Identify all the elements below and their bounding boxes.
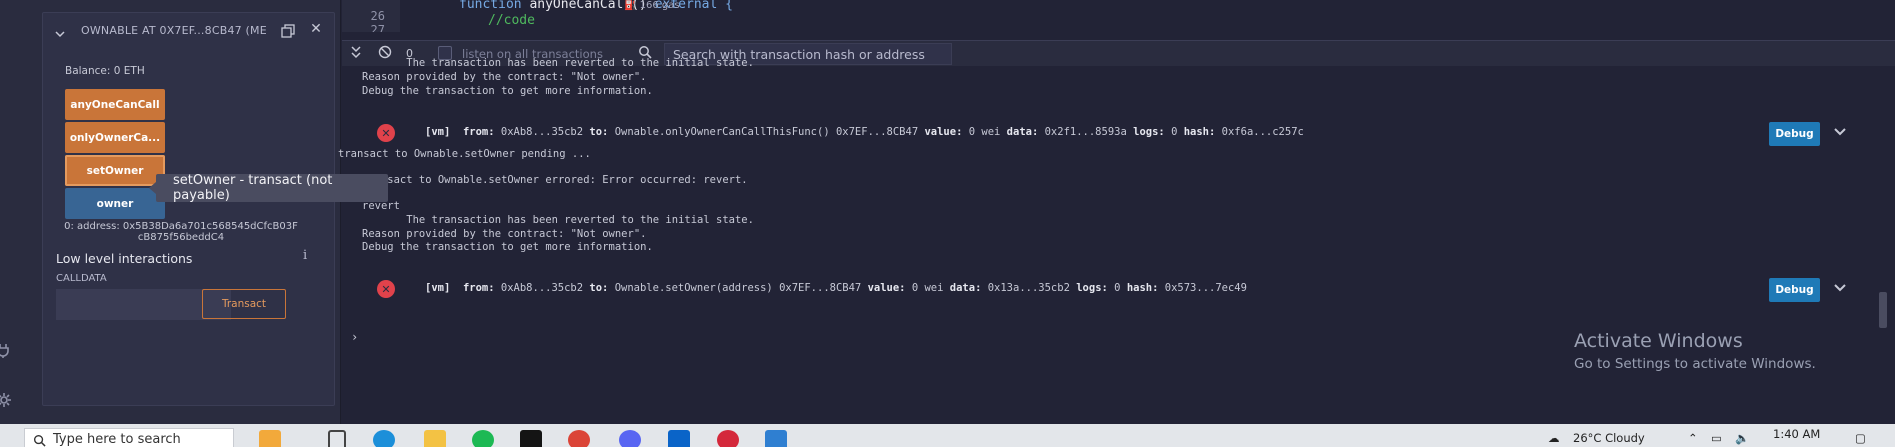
- info-icon[interactable]: i: [303, 248, 307, 263]
- clock-time[interactable]: 1:40 AM: [1773, 427, 1820, 441]
- low-level-title: Low level interactions: [56, 251, 193, 266]
- contract-balance: Balance: 0 ETH: [65, 65, 145, 77]
- discord-icon[interactable]: [619, 430, 641, 447]
- tx-summary-2[interactable]: [vm] from: 0xAb8...35cb2 to: Ownable.set…: [425, 282, 1247, 294]
- vscode-icon[interactable]: [765, 430, 787, 447]
- search-icon: [33, 432, 46, 447]
- error-icon: ✕: [377, 124, 395, 142]
- code-line-27: //code: [488, 13, 535, 28]
- log-line: transact to Ownable.setOwner errored: Er…: [362, 174, 748, 186]
- chrome-icon[interactable]: [568, 430, 590, 447]
- notification-icon[interactable]: ▢: [1855, 431, 1866, 445]
- owner-return-value-cont: cB875f56beddC4: [137, 232, 225, 243]
- activation-watermark-title: Activate Windows: [1574, 330, 1743, 352]
- contract-instance: OWNABLE AT 0X7EF...8CB47 (MEMOR ✕ Balanc…: [42, 12, 335, 406]
- edge-icon[interactable]: [373, 430, 395, 447]
- setowner-tooltip: setOwner - transact (not payable): [149, 173, 388, 203]
- icon-rail: [0, 0, 14, 424]
- file-explorer-icon[interactable]: [424, 430, 446, 447]
- weather-cloud-icon[interactable]: ☁: [1548, 431, 1560, 445]
- contract-header[interactable]: OWNABLE AT 0X7EF...8CB47 (MEMOR ✕: [43, 21, 334, 43]
- activation-watermark-subtitle: Go to Settings to activate Windows.: [1574, 356, 1816, 372]
- mail-icon[interactable]: [668, 430, 690, 447]
- debug-button-2[interactable]: Debug: [1769, 278, 1820, 302]
- code-editor[interactable]: 26 27 function anyOneCanCall() external …: [342, 0, 1895, 32]
- log-line: Reason provided by the contract: "Not ow…: [362, 228, 647, 240]
- windows-taskbar: Type here to search ☁ 26°C Cloudy ⌃ ▭ 🔈 …: [0, 424, 1895, 447]
- expand-chevron-icon[interactable]: [1832, 280, 1848, 296]
- weather-status[interactable]: 26°C Cloudy: [1573, 431, 1645, 445]
- copy-icon[interactable]: [281, 23, 295, 38]
- gas-estimate: ⛽ 166 gas: [624, 0, 680, 11]
- log-line: Reason provided by the contract: "Not ow…: [362, 71, 647, 83]
- terminal-scrollbar[interactable]: [1879, 292, 1887, 328]
- log-line: Debug the transaction to get more inform…: [362, 85, 653, 97]
- close-icon[interactable]: ✕: [309, 21, 323, 37]
- owner-return-value: 0: address: 0x5B38Da6a701c568545dCfcB03F: [64, 221, 298, 232]
- tx-summary-1[interactable]: [vm] from: 0xAb8...35cb2 to: Ownable.onl…: [425, 126, 1304, 138]
- expand-chevron-icon[interactable]: [1832, 124, 1848, 140]
- error-icon: ✕: [377, 280, 395, 298]
- chevron-down-icon[interactable]: [55, 24, 65, 38]
- calldata-label: CALLDATA: [56, 273, 107, 284]
- console-prompt[interactable]: ›: [351, 330, 358, 344]
- netflix-icon[interactable]: [520, 430, 542, 447]
- chevron-up-icon[interactable]: ⌃: [1688, 431, 1698, 445]
- app-icon[interactable]: [717, 430, 739, 447]
- log-line: The transaction has been reverted to the…: [362, 57, 754, 69]
- collapse-terminal-icon[interactable]: [350, 45, 362, 63]
- gas-pump-icon: ⛽: [624, 0, 637, 11]
- task-view-icon[interactable]: [328, 430, 346, 447]
- log-line: transact to Ownable.setOwner pending ...: [338, 148, 591, 160]
- briefcase-icon[interactable]: [259, 430, 281, 447]
- taskbar-search-text: Type here to search: [53, 432, 181, 447]
- debug-button-1[interactable]: Debug: [1769, 122, 1820, 146]
- deployed-contracts-panel: OWNABLE AT 0X7EF...8CB47 (MEMOR ✕ Balanc…: [14, 0, 341, 424]
- gear-icon[interactable]: [0, 393, 11, 407]
- log-line: The transaction has been reverted to the…: [362, 214, 754, 226]
- code-line-26: function anyOneCanCall() external {: [459, 0, 733, 12]
- contract-title: OWNABLE AT 0X7EF...8CB47 (MEMOR: [81, 24, 266, 37]
- spotify-icon[interactable]: [472, 430, 494, 447]
- onlyownercancall-button[interactable]: onlyOwnerCa...: [65, 122, 165, 153]
- volume-icon[interactable]: 🔈: [1735, 431, 1749, 445]
- log-line: Debug the transaction to get more inform…: [362, 241, 653, 253]
- network-icon[interactable]: ▭: [1711, 431, 1722, 445]
- plug-icon[interactable]: [0, 344, 11, 358]
- transact-button[interactable]: Transact: [202, 289, 286, 319]
- line-number: 27: [370, 23, 385, 32]
- anyonecancall-button[interactable]: anyOneCanCall: [65, 89, 165, 120]
- line-number: 26: [370, 9, 385, 23]
- taskbar-search[interactable]: Type here to search: [24, 428, 234, 447]
